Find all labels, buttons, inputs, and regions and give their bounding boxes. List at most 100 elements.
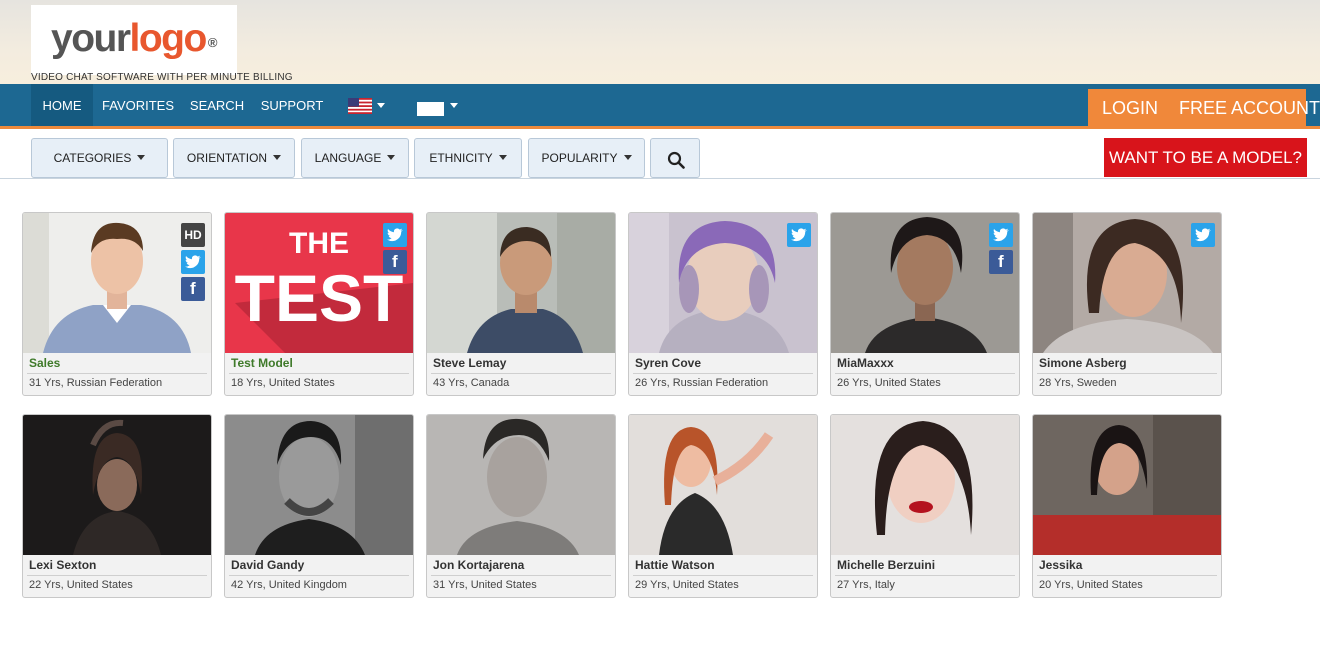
model-info: 26 Yrs, Russian Federation	[635, 377, 769, 389]
logo-word-logo: logo	[129, 17, 208, 60]
model-info: 43 Yrs, Canada	[433, 377, 510, 389]
language-caret-icon[interactable]	[377, 103, 385, 108]
popularity-label: POPULARITY	[541, 151, 618, 165]
model-info: 42 Yrs, United Kingdom	[231, 579, 347, 591]
model-info: 18 Yrs, United States	[231, 377, 335, 389]
search-button[interactable]	[650, 138, 700, 178]
facebook-icon[interactable]: f	[181, 277, 205, 301]
logo-word-your: your	[51, 17, 131, 60]
model-info: 29 Yrs, United States	[635, 579, 739, 591]
model-info: 31 Yrs, United States	[433, 579, 537, 591]
model-thumbnail	[831, 415, 1019, 555]
nav-search[interactable]: SEARCH	[186, 84, 248, 127]
model-info: 27 Yrs, Italy	[837, 579, 895, 591]
chevron-down-icon	[387, 155, 396, 161]
model-card[interactable]: Jon Kortajarena 31 Yrs, United States	[426, 414, 616, 598]
site-logo[interactable]: yourlogo ®	[31, 5, 237, 75]
want-to-be-model-button[interactable]: WANT TO BE A MODEL?	[1104, 138, 1307, 177]
card-divider	[229, 575, 409, 576]
chevron-down-icon	[498, 155, 507, 161]
model-name[interactable]: Lexi Sexton	[29, 558, 96, 572]
orientation-dropdown[interactable]: ORIENTATION	[173, 138, 295, 178]
categories-label: CATEGORIES	[53, 151, 132, 165]
model-thumbnail	[427, 213, 615, 353]
card-divider	[431, 575, 611, 576]
orientation-label: ORIENTATION	[186, 151, 268, 165]
model-info: 22 Yrs, United States	[29, 579, 133, 591]
card-divider	[1037, 575, 1217, 576]
model-name[interactable]: Hattie Watson	[635, 558, 715, 572]
model-card[interactable]: THE TEST f Test Model 18 Yrs, United Sta…	[224, 212, 414, 396]
twitter-icon[interactable]	[181, 250, 205, 274]
model-card[interactable]: HD f Sales 31 Yrs, Russian Federation	[22, 212, 212, 396]
model-info: 31 Yrs, Russian Federation	[29, 377, 163, 389]
card-divider	[229, 373, 409, 374]
model-thumbnail	[23, 415, 211, 555]
model-name[interactable]: Jessika	[1039, 558, 1082, 572]
model-card[interactable]: David Gandy 42 Yrs, United Kingdom	[224, 414, 414, 598]
currency-flag-icon[interactable]	[417, 97, 444, 116]
model-name[interactable]: Test Model	[231, 356, 293, 370]
model-card[interactable]: Jessika 20 Yrs, United States	[1032, 414, 1222, 598]
categories-dropdown[interactable]: CATEGORIES	[31, 138, 168, 178]
twitter-icon[interactable]	[1191, 223, 1215, 247]
model-thumbnail	[427, 415, 615, 555]
site-tagline: VIDEO CHAT SOFTWARE WITH PER MINUTE BILL…	[31, 72, 293, 83]
thumb-text-the: THE	[289, 227, 349, 260]
model-info: 26 Yrs, United States	[837, 377, 941, 389]
facebook-icon[interactable]: f	[989, 250, 1013, 274]
model-name[interactable]: Steve Lemay	[433, 356, 506, 370]
card-divider	[1037, 373, 1217, 374]
card-divider	[633, 373, 813, 374]
free-account-link[interactable]: FREE ACCOUNT	[1179, 89, 1320, 128]
twitter-icon[interactable]	[989, 223, 1013, 247]
model-name[interactable]: Sales	[29, 356, 60, 370]
card-divider	[431, 373, 611, 374]
model-name[interactable]: Jon Kortajarena	[433, 558, 524, 572]
language-dropdown[interactable]: LANGUAGE	[301, 138, 409, 178]
model-name[interactable]: Syren Cove	[635, 356, 701, 370]
nav-home[interactable]: HOME	[31, 84, 93, 127]
card-divider	[633, 575, 813, 576]
language-label: LANGUAGE	[314, 151, 382, 165]
model-name[interactable]: Simone Asberg	[1039, 356, 1127, 370]
model-name[interactable]: MiaMaxxx	[837, 356, 894, 370]
auth-box: LOGIN FREE ACCOUNT	[1088, 89, 1320, 128]
popularity-dropdown[interactable]: POPULARITY	[528, 138, 645, 178]
card-divider	[835, 575, 1015, 576]
model-card[interactable]: Syren Cove 26 Yrs, Russian Federation	[628, 212, 818, 396]
card-divider	[835, 373, 1015, 374]
twitter-icon[interactable]	[383, 223, 407, 247]
model-name[interactable]: Michelle Berzuini	[837, 558, 935, 572]
chevron-down-icon	[623, 155, 632, 161]
currency-caret-icon[interactable]	[450, 103, 458, 108]
card-divider	[27, 575, 207, 576]
facebook-icon[interactable]: f	[383, 250, 407, 274]
twitter-icon[interactable]	[787, 223, 811, 247]
nav-favorites[interactable]: FAVORITES	[100, 84, 176, 127]
ethnicity-dropdown[interactable]: ETHNICITY	[414, 138, 522, 178]
model-card[interactable]: Steve Lemay 43 Yrs, Canada	[426, 212, 616, 396]
card-divider	[27, 373, 207, 374]
model-info: 28 Yrs, Sweden	[1039, 377, 1117, 389]
hd-badge: HD	[181, 223, 205, 247]
logo-registered-mark: ®	[207, 35, 218, 50]
login-link[interactable]: LOGIN	[1102, 89, 1158, 128]
model-thumbnail	[225, 415, 413, 555]
nav-support[interactable]: SUPPORT	[258, 84, 326, 127]
site-header: yourlogo ® VIDEO CHAT SOFTWARE WITH PER M…	[0, 0, 1320, 84]
model-card[interactable]: Hattie Watson 29 Yrs, United States	[628, 414, 818, 598]
chevron-down-icon	[273, 155, 282, 161]
model-thumbnail	[629, 415, 817, 555]
model-card[interactable]: Simone Asberg 28 Yrs, Sweden	[1032, 212, 1222, 396]
model-info: 20 Yrs, United States	[1039, 579, 1143, 591]
model-name[interactable]: David Gandy	[231, 558, 304, 572]
model-card[interactable]: Lexi Sexton 22 Yrs, United States	[22, 414, 212, 598]
model-card[interactable]: Michelle Berzuini 27 Yrs, Italy	[830, 414, 1020, 598]
model-thumbnail	[1033, 415, 1221, 555]
us-flag-icon[interactable]	[348, 98, 372, 114]
ethnicity-label: ETHNICITY	[429, 151, 493, 165]
model-card[interactable]: f MiaMaxxx 26 Yrs, United States	[830, 212, 1020, 396]
chevron-down-icon	[137, 155, 146, 161]
thumb-text-test: TEST	[235, 261, 404, 335]
